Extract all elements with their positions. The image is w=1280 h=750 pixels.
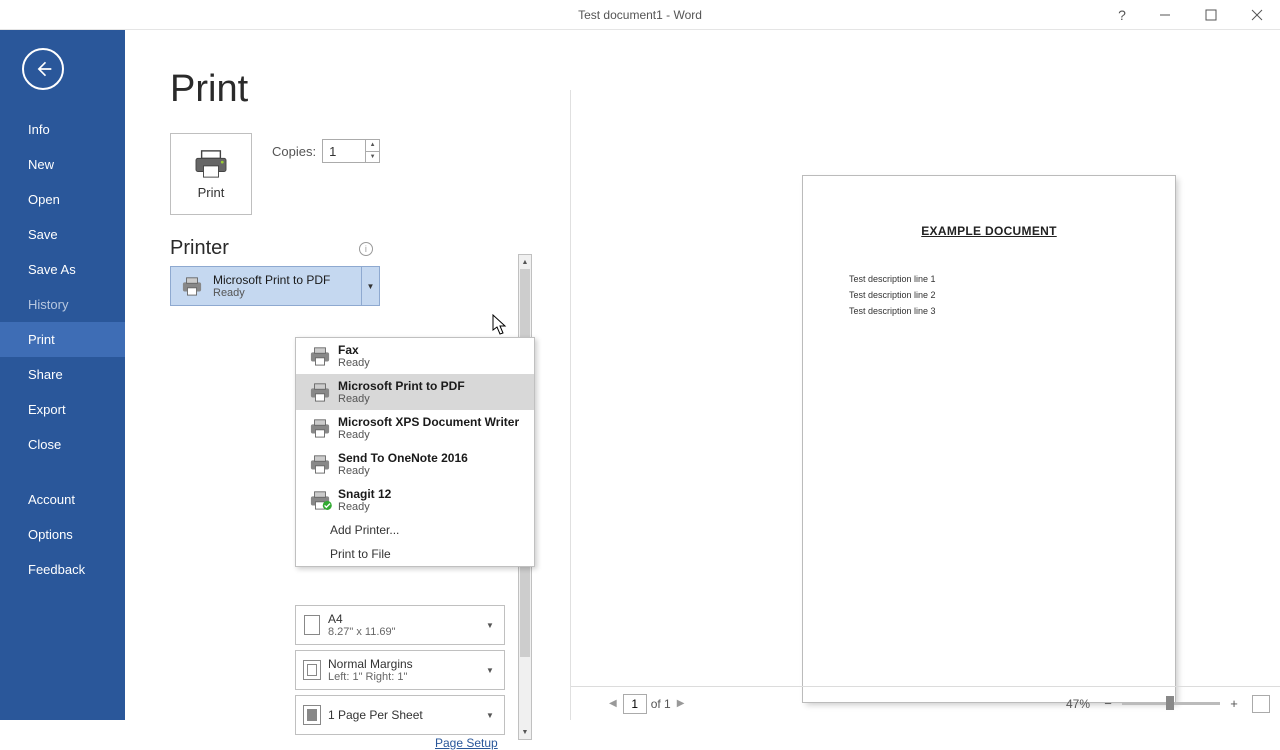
sidebar-item-share[interactable]: Share <box>0 357 125 392</box>
printer-icon <box>307 490 333 510</box>
copies-input[interactable]: 1 ▲ ▼ <box>322 139 380 163</box>
printer-section-title: Printer <box>170 237 229 260</box>
zoom-slider[interactable] <box>1122 702 1220 705</box>
printer-extra-option[interactable]: Add Printer... <box>296 518 534 542</box>
sidebar-item-new[interactable]: New <box>0 147 125 182</box>
print-button[interactable]: Print <box>170 133 252 215</box>
margins-detail: Left: 1" Right: 1" <box>328 671 486 683</box>
selected-printer-status: Ready <box>213 287 361 299</box>
sidebar-item-history[interactable]: History <box>0 287 125 322</box>
chevron-down-icon: ▼ <box>486 711 504 720</box>
next-page-button[interactable]: ▶ <box>675 696 687 711</box>
margins-dropdown[interactable]: Normal Margins Left: 1" Right: 1" ▼ <box>295 650 505 690</box>
margins-name: Normal Margins <box>328 657 486 671</box>
copies-up-button[interactable]: ▲ <box>366 140 379 152</box>
preview-page: EXAMPLE DOCUMENT Test description line 1… <box>803 176 1175 702</box>
printer-info-icon[interactable]: i <box>359 242 373 256</box>
titlebar: Test document1 - Word ? <box>0 0 1280 30</box>
copies-label: Copies: <box>272 144 316 159</box>
backstage-sidebar: InfoNewOpenSaveSave AsHistoryPrintShareE… <box>0 30 125 720</box>
scroll-down-button[interactable]: ▼ <box>519 725 531 739</box>
chevron-down-icon: ▼ <box>486 621 504 630</box>
sidebar-item-save[interactable]: Save <box>0 217 125 252</box>
printer-option-status: Ready <box>338 501 528 513</box>
sidebar-item-account[interactable]: Account <box>0 482 125 517</box>
preview-text-line: Test description line 3 <box>849 306 1175 316</box>
printer-dropdown-list: FaxReadyMicrosoft Print to PDFReadyMicro… <box>295 337 535 567</box>
scroll-up-button[interactable]: ▲ <box>519 255 531 269</box>
sidebar-item-info[interactable]: Info <box>0 112 125 147</box>
printer-option-name: Microsoft Print to PDF <box>338 379 528 393</box>
printer-icon <box>179 276 205 296</box>
help-button[interactable]: ? <box>1102 0 1142 30</box>
zoom-percent-label: 47% <box>1066 697 1090 711</box>
printer-icon <box>307 382 333 402</box>
print-preview: EXAMPLE DOCUMENT Test description line 1… <box>571 90 1280 686</box>
maximize-button[interactable] <box>1188 0 1234 30</box>
preview-text-line: Test description line 1 <box>849 274 1175 284</box>
printer-extra-option[interactable]: Print to File <box>296 542 534 566</box>
page-setup-link[interactable]: Page Setup <box>435 736 498 750</box>
print-button-label: Print <box>198 185 225 200</box>
prev-page-button[interactable]: ◀ <box>607 696 619 711</box>
preview-doc-title: EXAMPLE DOCUMENT <box>803 224 1175 238</box>
minimize-button[interactable] <box>1142 0 1188 30</box>
printer-option[interactable]: Send To OneNote 2016Ready <box>296 446 534 482</box>
dropdown-arrow-icon[interactable]: ▼ <box>361 267 379 305</box>
preview-footer: ◀ of 1 ▶ 47% − + <box>571 686 1280 720</box>
printer-option-name: Send To OneNote 2016 <box>338 451 528 465</box>
pages-per-sheet-dropdown[interactable]: 1 Page Per Sheet ▼ <box>295 695 505 735</box>
copies-value[interactable]: 1 <box>323 144 365 159</box>
printer-icon <box>307 454 333 474</box>
copies-down-button[interactable]: ▼ <box>366 152 379 163</box>
paper-size-dropdown[interactable]: A4 8.27" x 11.69" ▼ <box>295 605 505 645</box>
sidebar-item-options[interactable]: Options <box>0 517 125 552</box>
paper-dims: 8.27" x 11.69" <box>328 626 486 638</box>
zoom-in-button[interactable]: + <box>1226 696 1242 712</box>
printer-option-name: Microsoft XPS Document Writer <box>338 415 528 429</box>
page-icon <box>304 615 320 635</box>
zoom-slider-thumb[interactable] <box>1166 696 1174 710</box>
printer-option[interactable]: FaxReady <box>296 338 534 374</box>
mouse-cursor-icon <box>492 314 508 336</box>
page-number-input[interactable] <box>623 694 647 714</box>
sidebar-item-save-as[interactable]: Save As <box>0 252 125 287</box>
selected-printer-name: Microsoft Print to PDF <box>213 273 361 287</box>
zoom-out-button[interactable]: − <box>1100 696 1116 712</box>
sidebar-item-print[interactable]: Print <box>0 322 125 357</box>
sidebar-item-export[interactable]: Export <box>0 392 125 427</box>
print-pane: Print Print Copies: 1 ▲ ▼ <box>125 30 1280 720</box>
window-title: Test document1 - Word <box>578 8 702 22</box>
printer-dropdown[interactable]: Microsoft Print to PDF Ready ▼ <box>170 266 380 306</box>
printer-option-status: Ready <box>338 357 528 369</box>
chevron-down-icon: ▼ <box>486 666 504 675</box>
page-per-sheet-icon <box>303 705 321 725</box>
printer-icon <box>192 149 230 179</box>
close-button[interactable] <box>1234 0 1280 30</box>
margins-icon <box>303 660 321 680</box>
printer-option[interactable]: Snagit 12Ready <box>296 482 534 518</box>
printer-option-status: Ready <box>338 465 528 477</box>
sidebar-item-close[interactable]: Close <box>0 427 125 462</box>
printer-option-name: Fax <box>338 343 528 357</box>
printer-option[interactable]: Microsoft Print to PDFReady <box>296 374 534 410</box>
printer-option[interactable]: Microsoft XPS Document WriterReady <box>296 410 534 446</box>
paper-name: A4 <box>328 612 486 626</box>
back-button[interactable] <box>22 48 64 90</box>
preview-text-line: Test description line 2 <box>849 290 1175 300</box>
printer-option-name: Snagit 12 <box>338 487 528 501</box>
page-total-label: of 1 <box>651 697 671 711</box>
sidebar-item-open[interactable]: Open <box>0 182 125 217</box>
zoom-fit-button[interactable] <box>1252 695 1270 713</box>
printer-option-status: Ready <box>338 393 528 405</box>
printer-option-status: Ready <box>338 429 528 441</box>
sidebar-item-feedback[interactable]: Feedback <box>0 552 125 587</box>
printer-icon <box>307 418 333 438</box>
printer-icon <box>307 346 333 366</box>
